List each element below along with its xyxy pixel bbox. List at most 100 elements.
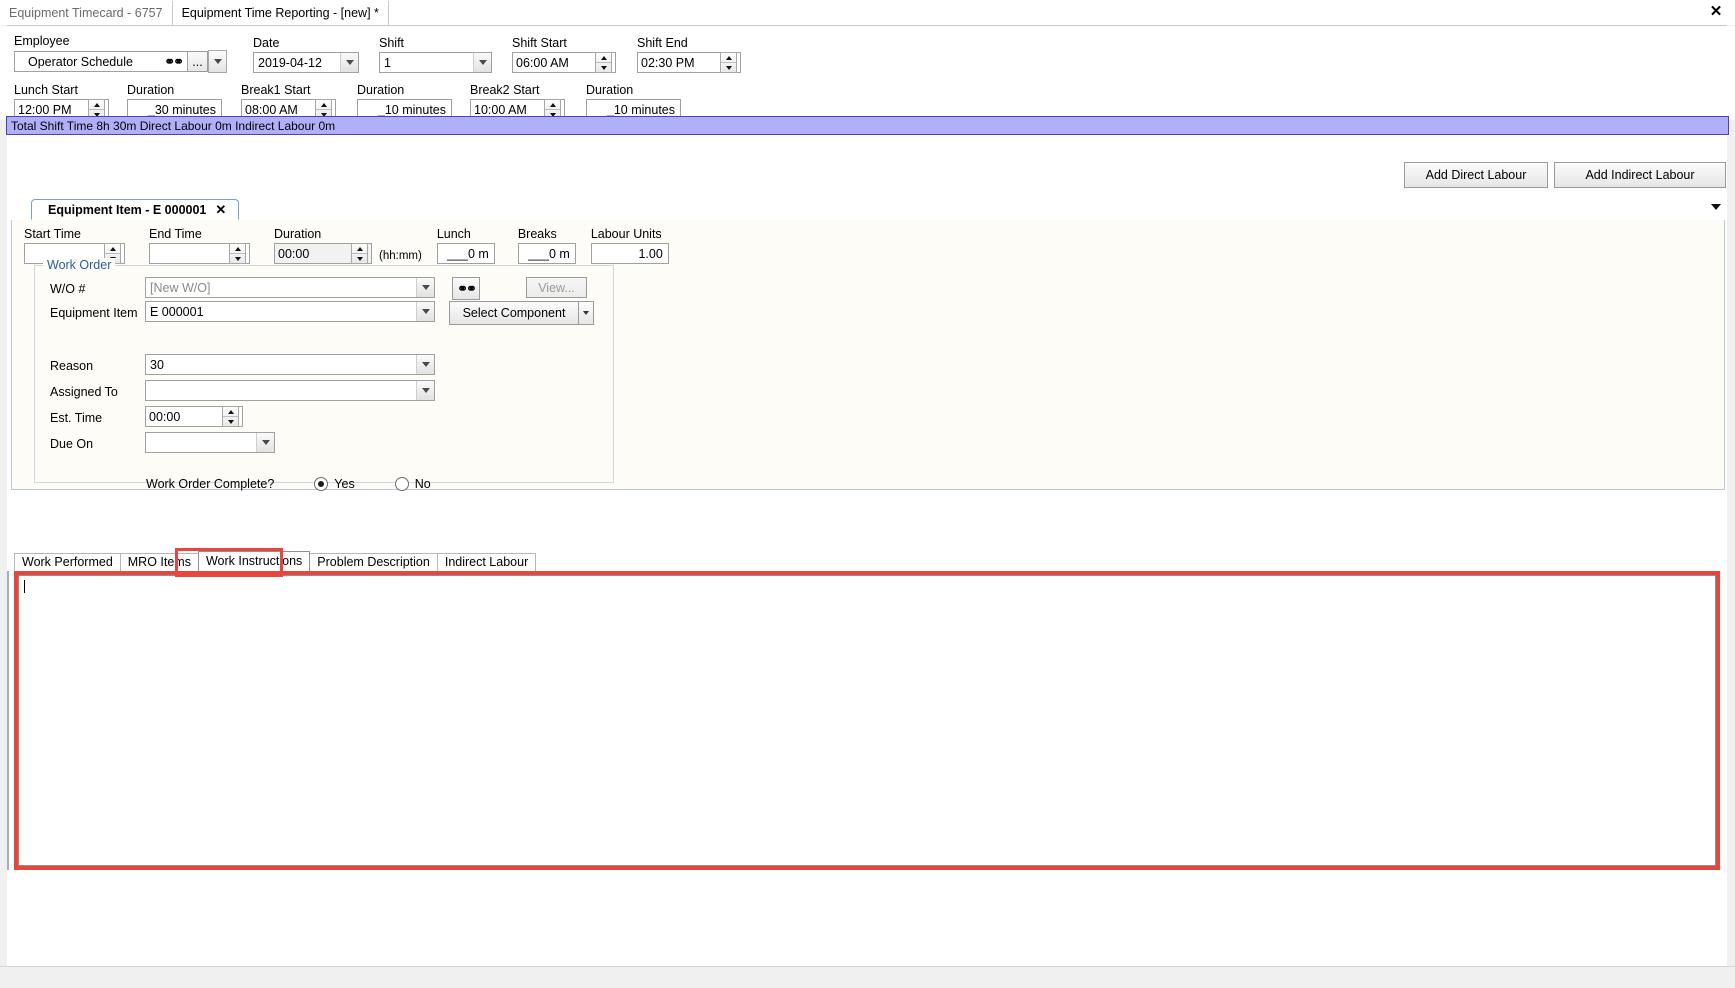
select-component-dropdown-button[interactable] [579,301,594,325]
shift-dropdown-button[interactable] [473,53,491,72]
tab-overflow-chevron-down-icon[interactable] [1711,204,1721,210]
end-time-input[interactable] [149,243,250,264]
labour-units-input[interactable]: 1.00 [590,243,669,264]
employee-browse-button[interactable]: ... [188,51,208,72]
date-dropdown-button[interactable] [340,53,358,72]
stepper-up[interactable] [230,244,245,254]
shift-end-field-group: Shift End 02:30 PM [637,36,750,73]
left-gutter [0,25,7,966]
reason-input[interactable]: 30 [145,354,435,375]
break1-start-field-group: Break1 Start 08:00 AM [241,83,349,120]
shift-end-input[interactable]: 02:30 PM [637,52,741,73]
radio-selected-icon [314,477,329,491]
assigned-to-label: Assigned To [50,385,118,399]
est-time-label: Est. Time [50,411,103,425]
stepper-down[interactable] [352,254,367,263]
work-order-complete-no-radio[interactable]: No [394,477,431,491]
lunch-input[interactable]: ___0 m [436,243,495,264]
shift-label: Shift [379,36,405,50]
equipment-item-panel: Start Time End Time Duration 00:00 (hh:m… [11,220,1725,491]
add-direct-labour-button[interactable]: Add Direct Labour [1404,162,1548,188]
reason-dropdown-button[interactable] [416,355,434,374]
wo-search-button[interactable]: ⚭⚭ [452,277,480,300]
tab-indirect-labour[interactable]: Indirect Labour [436,553,537,572]
header-form: Employee Operator Schedule ⚭⚭ ... Date 2… [0,26,1735,120]
chevron-down-icon [213,59,222,64]
select-component-button[interactable]: Select Component [449,301,579,325]
labour-units-label: Labour Units [590,227,662,241]
lunch-label: Lunch [436,227,471,241]
break2-duration-label: Duration [586,83,634,97]
end-time-stepper[interactable] [229,243,246,264]
tab-problem-description[interactable]: Problem Description [309,553,438,572]
window-tab-equipment-timecard[interactable]: Equipment Timecard - 6757 [0,1,173,25]
shift-start-input[interactable]: 06:00 AM [512,52,616,73]
end-time-field-group: End Time [149,227,284,264]
close-icon[interactable]: ✕ [215,202,226,218]
stepper-up[interactable] [545,100,560,110]
stepper-up[interactable] [352,244,367,254]
due-on-input[interactable] [145,432,275,453]
duration-stepper[interactable] [351,243,368,264]
lunch-duration-field-group: Duration _30 minutes [127,83,232,120]
est-time-input[interactable]: 00:00 [145,406,243,427]
date-input[interactable]: 2019-04-12 [253,52,359,73]
labour-units-field-group: Labour Units 1.00 [590,227,671,264]
chevron-down-icon [345,60,354,65]
work-order-complete-yes-radio[interactable]: Yes [314,477,355,491]
chevron-down-icon [421,362,430,367]
shift-start-stepper[interactable] [595,52,612,73]
stepper-down[interactable] [230,254,245,263]
window-bottom-strip [0,966,1735,988]
assigned-to-dropdown-button[interactable] [416,381,434,400]
stepper-up[interactable] [105,244,120,254]
view-button[interactable]: View... [526,277,587,298]
wo-equipment-item-input[interactable]: E 000001 [145,301,435,322]
break2-duration-field-group: Duration _10 minutes [586,83,691,120]
stepper-down[interactable] [721,63,736,72]
stepper-down[interactable] [596,63,611,72]
due-on-label: Due On [50,437,94,451]
add-indirect-labour-button[interactable]: Add Indirect Labour [1554,162,1726,188]
breaks-input[interactable]: ___0 m [517,243,576,264]
break1-duration-label: Duration [357,83,405,97]
work-order-group-legend: Work Order [43,258,116,272]
right-gutter [1727,25,1735,966]
shift-input[interactable]: 1 [379,52,492,73]
stepper-down[interactable] [223,417,238,426]
reason-value: 30 [150,357,164,372]
wo-number-dropdown-button[interactable] [416,278,434,297]
equipment-item-tab[interactable]: Equipment Item - E 000001 ✕ [31,199,240,220]
start-time-label: Start Time [24,227,81,241]
stepper-up[interactable] [721,53,736,63]
tab-mro-items[interactable]: MRO Items [119,553,199,572]
binoculars-icon[interactable]: ⚭⚭ [164,54,184,70]
wo-number-input[interactable]: [New W/O] [145,277,435,298]
chevron-down-icon [583,311,589,315]
stepper-up[interactable] [223,407,238,417]
employee-label: Employee [14,34,70,48]
tab-work-instructions[interactable]: Work Instructions [197,551,311,572]
duration-field-group: Duration 00:00 [274,227,374,264]
shift-end-stepper[interactable] [720,52,737,73]
est-time-stepper[interactable] [222,406,239,427]
employee-input[interactable]: Operator Schedule ⚭⚭ [14,51,188,72]
chevron-down-icon [421,309,430,314]
est-time-value: 00:00 [149,409,181,424]
work-instructions-textarea[interactable] [18,575,1716,866]
select-component-split-button: Select Component [449,301,594,325]
stepper-up[interactable] [316,100,331,110]
wo-equipment-item-dropdown-button[interactable] [416,302,434,321]
breaks-label: Breaks [517,227,557,241]
window-tab-equipment-time-reporting[interactable]: Equipment Time Reporting - [new] * [172,1,389,25]
employee-dropdown-button[interactable] [208,50,227,73]
lunch-start-label: Lunch Start [14,83,78,97]
tab-work-performed[interactable]: Work Performed [14,553,121,572]
due-on-dropdown-button[interactable] [256,433,274,452]
stepper-up[interactable] [596,53,611,63]
close-icon[interactable]: ✕ [1707,3,1725,21]
stepper-up[interactable] [89,100,104,110]
break1-start-value: 08:00 AM [245,102,298,117]
assigned-to-input[interactable] [145,380,435,401]
duration-input[interactable]: 00:00 [274,243,372,264]
